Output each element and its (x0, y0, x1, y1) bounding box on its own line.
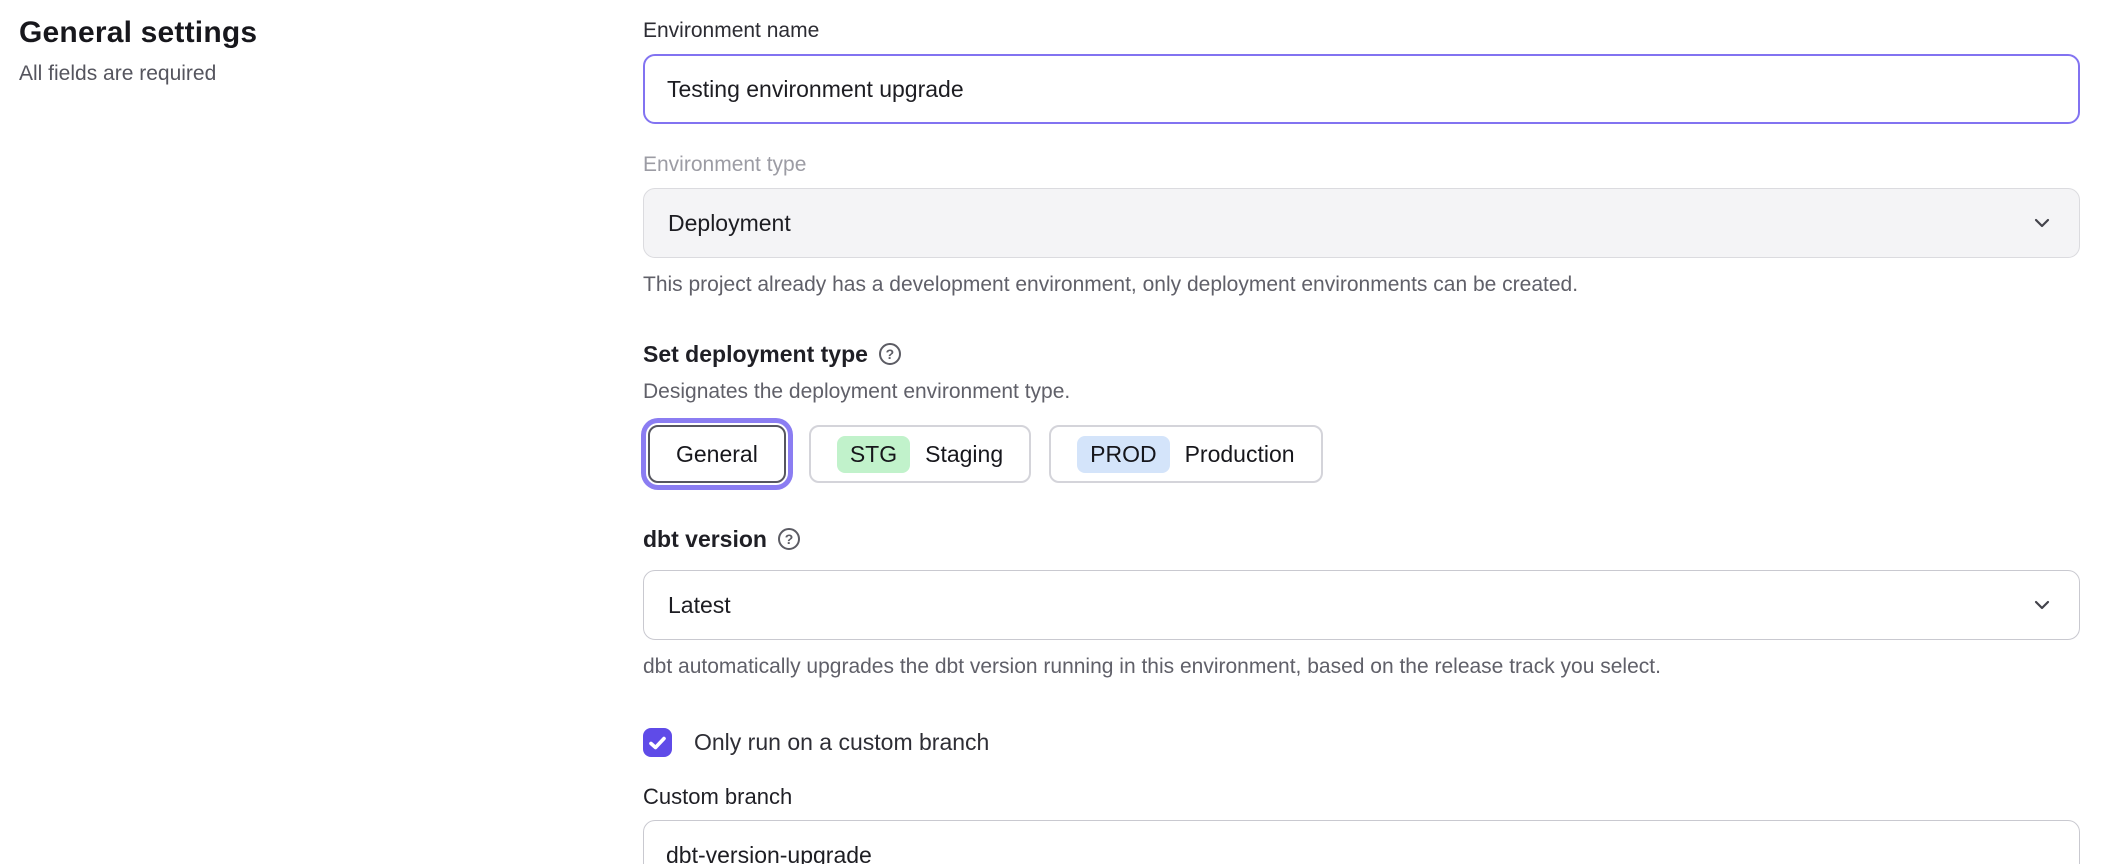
custom-branch-checkbox[interactable] (643, 728, 672, 757)
dbt-version-value: Latest (668, 592, 731, 619)
environment-type-group: Environment type Deployment This project… (643, 152, 2080, 298)
deployment-type-general-button[interactable]: General (648, 425, 786, 483)
chevron-down-icon (2031, 594, 2053, 616)
general-settings-page: General settings All fields are required… (0, 0, 2116, 864)
page-subtitle: All fields are required (19, 61, 579, 87)
environment-type-value: Deployment (668, 210, 791, 237)
deployment-type-production-button[interactable]: PROD Production (1049, 425, 1322, 483)
production-badge: PROD (1077, 436, 1169, 473)
custom-branch-toggle-row: Only run on a custom branch (643, 728, 2080, 757)
environment-name-label: Environment name (643, 18, 2080, 44)
custom-branch-input[interactable] (643, 820, 2080, 864)
environment-type-select[interactable]: Deployment (643, 188, 2080, 258)
chevron-down-icon (2031, 212, 2053, 234)
deployment-type-label: Set deployment type (643, 340, 868, 368)
deployment-type-staging-button[interactable]: STG Staging (809, 425, 1031, 483)
settings-header: General settings All fields are required (19, 14, 579, 87)
help-icon[interactable]: ? (778, 528, 800, 550)
environment-name-group: Environment name (643, 18, 2080, 124)
help-icon[interactable]: ? (879, 343, 901, 365)
deployment-type-general-label: General (676, 441, 758, 468)
dbt-version-helper: dbt automatically upgrades the dbt versi… (643, 654, 2080, 680)
environment-settings-form: Environment name Environment type Deploy… (643, 14, 2080, 864)
custom-branch-label: Custom branch (643, 784, 2080, 810)
environment-name-input[interactable] (643, 54, 2080, 124)
deployment-type-title-row: Set deployment type ? (643, 340, 2080, 368)
environment-type-label: Environment type (643, 152, 2080, 178)
checkmark-icon (649, 736, 666, 750)
environment-type-helper: This project already has a development e… (643, 272, 2080, 298)
deployment-type-options: General STG Staging PROD Production (643, 425, 2080, 483)
dbt-version-title-row: dbt version ? (643, 525, 2080, 553)
dbt-version-select[interactable]: Latest (643, 570, 2080, 640)
custom-branch-group: Custom branch (643, 784, 2080, 864)
staging-badge: STG (837, 436, 910, 473)
deployment-type-production-label: Production (1185, 441, 1295, 468)
custom-branch-toggle-label[interactable]: Only run on a custom branch (694, 729, 989, 756)
dbt-version-group: dbt version ? Latest dbt automatically u… (643, 525, 2080, 680)
page-title: General settings (19, 14, 579, 52)
deployment-type-staging-label: Staging (925, 441, 1003, 468)
deployment-type-group: Set deployment type ? Designates the dep… (643, 340, 2080, 483)
dbt-version-label: dbt version (643, 525, 767, 553)
deployment-type-description: Designates the deployment environment ty… (643, 379, 2080, 405)
